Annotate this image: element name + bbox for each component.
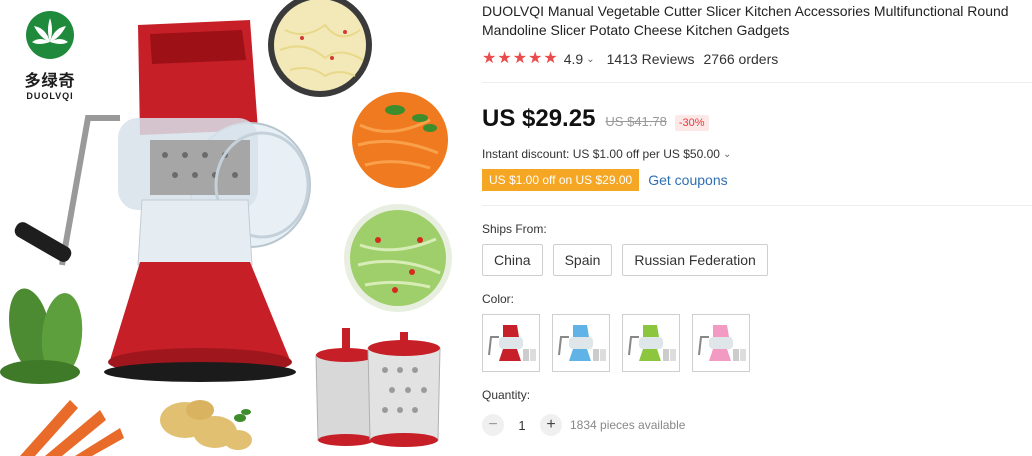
instant-discount[interactable]: Instant discount: US $1.00 off per US $5… <box>482 147 1032 161</box>
current-price: US $29.25 <box>482 105 596 132</box>
ships-from-spain[interactable]: Spain <box>552 244 613 276</box>
color-swatch-green[interactable] <box>622 314 680 372</box>
star-icon: ★ <box>512 50 528 67</box>
star-icon: ★ <box>543 50 558 67</box>
quantity-stepper: − 1 + 1834 pieces available <box>482 414 1032 436</box>
reviews-link[interactable]: 1413 Reviews <box>607 51 695 67</box>
green-slicer-thumbnail <box>628 325 676 361</box>
leaf-logo-icon <box>26 11 74 59</box>
star-icon: ★ <box>482 50 497 67</box>
get-coupons-link[interactable]: Get coupons <box>648 172 727 188</box>
divider <box>482 205 1032 206</box>
brand-name-cn: 多绿奇 <box>24 73 76 90</box>
divider <box>482 82 1032 83</box>
product-image[interactable]: 多绿奇 DUOLVQI <box>0 0 470 456</box>
coupon-row: US $1.00 off on US $29.00 Get coupons <box>482 169 1032 191</box>
price-row: US $29.25 US $41.78 -30% <box>482 105 1032 133</box>
discount-badge: -30% <box>674 115 709 131</box>
brand-logo: 多绿奇 DUOLVQI <box>14 10 86 101</box>
star-icon: ★ <box>528 50 543 67</box>
pieces-available: 1834 pieces available <box>570 418 686 432</box>
red-slicer-thumbnail <box>488 325 536 361</box>
pink-slicer-thumbnail <box>698 325 746 361</box>
chevron-down-icon[interactable]: ⌄ <box>586 54 594 65</box>
product-info-panel: DUOLVQI Manual Vegetable Cutter Slicer K… <box>482 0 1032 456</box>
ships-from-china[interactable]: China <box>482 244 543 276</box>
ships-from-russian-federation[interactable]: Russian Federation <box>622 244 768 276</box>
ships-from-options: China Spain Russian Federation <box>482 244 1032 276</box>
coupon-tag[interactable]: US $1.00 off on US $29.00 <box>482 169 640 191</box>
original-price: US $41.78 <box>605 114 667 129</box>
rating-value[interactable]: 4.9 <box>564 51 583 67</box>
rating-row: ★ ★ ★ ★ ★ 4.9 ⌄ 1413 Reviews 2766 orders <box>482 49 1032 69</box>
color-swatch-red[interactable] <box>482 314 540 372</box>
quantity-increase-button[interactable]: + <box>540 414 562 436</box>
quantity-decrease-button[interactable]: − <box>482 414 504 436</box>
color-label: Color: <box>482 292 515 306</box>
star-icon: ★ <box>497 50 512 67</box>
product-title: DUOLVQI Manual Vegetable Cutter Slicer K… <box>482 3 1009 38</box>
orders-count: 2766 orders <box>703 51 779 67</box>
ships-from-label: Ships From: <box>482 222 547 236</box>
color-swatch-blue[interactable] <box>552 314 610 372</box>
rating-stars[interactable]: ★ ★ ★ ★ ★ <box>482 51 559 67</box>
instant-discount-text: Instant discount: US $1.00 off per US $5… <box>482 147 720 161</box>
blue-slicer-thumbnail <box>558 325 606 361</box>
quantity-value[interactable]: 1 <box>504 418 540 433</box>
chevron-down-icon[interactable]: ⌄ <box>723 149 731 160</box>
quantity-label: Quantity: <box>482 388 531 402</box>
color-swatch-pink[interactable] <box>692 314 750 372</box>
brand-name-en: DUOLVQI <box>26 91 74 101</box>
color-options <box>482 314 1032 372</box>
